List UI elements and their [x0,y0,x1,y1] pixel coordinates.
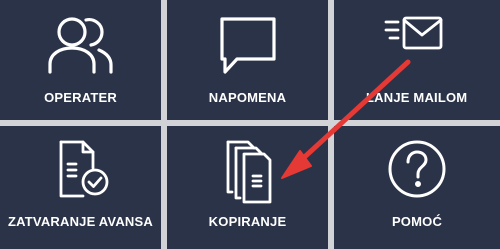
copy-documents-icon [167,138,328,204]
zatvaranje-avansa-label: ZATVARANJE AVANSA [8,214,153,229]
action-menu-grid: OPERATER NAPOMENA LANJE MAILOM ZATVARANJ… [0,0,500,249]
speech-bubble-icon [167,14,328,78]
envelope-send-icon [334,14,500,60]
slanje-mailom-button[interactable]: LANJE MAILOM [334,0,500,120]
users-icon [0,14,161,76]
zatvaranje-avansa-button[interactable]: ZATVARANJE AVANSA [0,126,161,249]
kopiranje-label: KOPIRANJE [208,214,287,229]
pomoc-label: POMOĆ [391,214,443,229]
pomoc-button[interactable]: POMOĆ [334,126,500,249]
operater-label: OPERATER [44,90,117,105]
question-circle-icon [334,138,500,200]
slanje-mailom-label: LANJE MAILOM [366,90,468,105]
napomena-button[interactable]: NAPOMENA [167,0,328,120]
napomena-label: NAPOMENA [208,90,287,105]
operater-button[interactable]: OPERATER [0,0,161,120]
document-check-icon [0,138,161,202]
kopiranje-button[interactable]: KOPIRANJE [167,126,328,249]
